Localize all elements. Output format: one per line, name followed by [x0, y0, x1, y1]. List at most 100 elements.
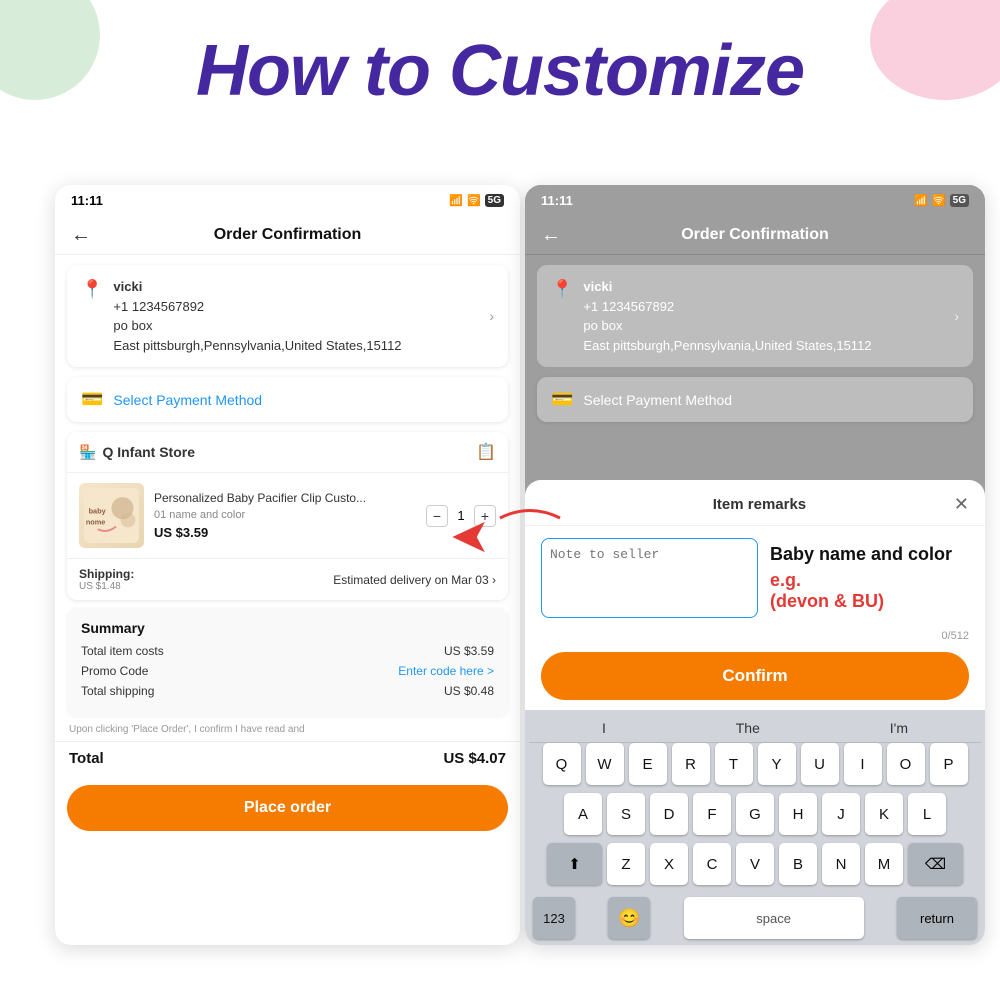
address-name: vicki — [113, 277, 489, 297]
product-info: Personalized Baby Pacifier Clip Custo...… — [154, 491, 416, 540]
key-p[interactable]: P — [930, 743, 968, 785]
key-z[interactable]: Z — [607, 843, 645, 885]
suggestion-the[interactable]: The — [736, 720, 760, 736]
right-page-header: ← Order Confirmation — [525, 216, 985, 255]
key-j[interactable]: J — [822, 793, 860, 835]
keyboard-row-2: A S D F G H J K L — [529, 793, 981, 835]
promo-label: Promo Code — [81, 664, 148, 678]
key-l[interactable]: L — [908, 793, 946, 835]
char-count: 0/512 — [525, 630, 985, 642]
note-instructions: Baby name and color e.g. (devon & BU) — [770, 538, 969, 618]
key-r[interactable]: R — [672, 743, 710, 785]
left-payment-row[interactable]: 💳 Select Payment Method — [67, 377, 508, 422]
modal-header: Item remarks ✕ — [525, 480, 985, 526]
summary-title: Summary — [81, 620, 494, 636]
right-location-icon: 📍 — [551, 279, 573, 300]
key-return[interactable]: return — [897, 897, 977, 939]
key-t[interactable]: T — [715, 743, 753, 785]
key-g[interactable]: G — [736, 793, 774, 835]
key-q[interactable]: Q — [543, 743, 581, 785]
key-b[interactable]: B — [779, 843, 817, 885]
note-to-seller-input[interactable] — [541, 538, 758, 618]
suggestion-i[interactable]: I — [602, 720, 606, 736]
key-shift[interactable]: ⬆ — [547, 843, 602, 885]
left-back-button[interactable]: ← — [71, 224, 91, 247]
summary-promo-row[interactable]: Promo Code Enter code here > — [81, 664, 494, 678]
left-status-bar: 11:11 📶 🛜 5G — [55, 185, 520, 216]
promo-value[interactable]: Enter code here > — [398, 664, 494, 678]
key-n[interactable]: N — [822, 843, 860, 885]
key-d[interactable]: D — [650, 793, 688, 835]
key-u[interactable]: U — [801, 743, 839, 785]
product-svg: baby nome — [84, 488, 139, 543]
right-address-text: vicki +1 1234567892 po box East pittsbur… — [583, 277, 954, 355]
arrow-decoration — [490, 498, 570, 543]
key-space[interactable]: space — [684, 897, 864, 939]
left-address-card[interactable]: 📍 vicki +1 1234567892 po box East pittsb… — [67, 265, 508, 367]
address-chevron-icon: › — [489, 308, 494, 324]
modal-close-button[interactable]: ✕ — [954, 494, 969, 515]
key-o[interactable]: O — [887, 743, 925, 785]
key-numbers[interactable]: 123 — [533, 897, 575, 939]
right-status-icons: 📶 🛜 5G — [914, 194, 969, 207]
key-i[interactable]: I — [844, 743, 882, 785]
keyboard-row-1: Q W E R T Y U I O P — [529, 743, 981, 785]
product-price: US $3.59 — [154, 525, 416, 540]
right-address-card[interactable]: 📍 vicki +1 1234567892 po box East pittsb… — [537, 265, 973, 367]
key-s[interactable]: S — [607, 793, 645, 835]
right-phone-overlay: 11:11 📶 🛜 5G ← Order Confirmation 📍 vick… — [525, 185, 985, 495]
store-icon: 🏪 — [79, 444, 96, 461]
product-variant: 01 name and color — [154, 509, 416, 521]
left-status-icons: 📶 🛜 5G — [449, 194, 504, 207]
store-name[interactable]: 🏪 Q Infant Store — [79, 444, 195, 461]
keyboard: I The I'm Q W E R T Y U I O P A S D F — [525, 710, 985, 945]
right-payment-icon: 💳 — [551, 389, 573, 410]
address-line1: po box — [113, 316, 489, 336]
right-signal-icon: 📶 — [914, 194, 928, 207]
address-phone: +1 1234567892 — [113, 297, 489, 317]
right-back-button[interactable]: ← — [541, 224, 561, 247]
total-item-label: Total item costs — [81, 644, 164, 658]
right-address-phone: +1 1234567892 — [583, 297, 954, 317]
right-battery-icon: 5G — [950, 194, 969, 207]
key-a[interactable]: A — [564, 793, 602, 835]
shipping-cost: US $1.48 — [79, 581, 134, 592]
key-m[interactable]: M — [865, 843, 903, 885]
key-x[interactable]: X — [650, 843, 688, 885]
key-c[interactable]: C — [693, 843, 731, 885]
confirm-button[interactable]: Confirm — [541, 652, 969, 700]
summary-shipping-row: Total shipping US $0.48 — [81, 684, 494, 698]
shipping-row: Shipping: US $1.48 Estimated delivery on… — [67, 558, 508, 600]
instruction-sub: e.g. (devon & BU) — [770, 570, 969, 612]
disclaimer-text: Upon clicking 'Place Order', I confirm I… — [55, 724, 520, 735]
key-h[interactable]: H — [779, 793, 817, 835]
left-time: 11:11 — [71, 193, 103, 208]
right-status-bar: 11:11 📶 🛜 5G — [525, 185, 985, 216]
right-address-line2: East pittsburgh,Pennsylvania,United Stat… — [583, 336, 954, 356]
product-row: baby nome Personalized Baby Pacifier Cli… — [67, 473, 508, 558]
key-f[interactable]: F — [693, 793, 731, 835]
qty-decrease-button[interactable]: − — [426, 505, 448, 527]
modal-title: Item remarks — [565, 496, 954, 513]
right-time: 11:11 — [541, 193, 573, 208]
suggestion-im[interactable]: I'm — [890, 720, 908, 736]
keyboard-suggestions: I The I'm — [529, 716, 981, 743]
store-header: 🏪 Q Infant Store 📋 — [67, 432, 508, 473]
shipping-label: Shipping: — [79, 567, 134, 581]
left-page-title: Order Confirmation — [214, 226, 362, 244]
key-k[interactable]: K — [865, 793, 903, 835]
key-v[interactable]: V — [736, 843, 774, 885]
key-delete[interactable]: ⌫ — [908, 843, 963, 885]
key-y[interactable]: Y — [758, 743, 796, 785]
svg-text:nome: nome — [86, 518, 106, 527]
right-phone: 11:11 📶 🛜 5G ← Order Confirmation 📍 vick… — [525, 185, 985, 945]
key-w[interactable]: W — [586, 743, 624, 785]
place-order-button[interactable]: Place order — [67, 785, 508, 831]
note-edit-icon[interactable]: 📋 — [476, 442, 496, 462]
key-e[interactable]: E — [629, 743, 667, 785]
key-emoji[interactable]: 😊 — [608, 897, 650, 939]
right-payment-row[interactable]: 💳 Select Payment Method — [537, 377, 973, 422]
payment-icon: 💳 — [81, 389, 103, 410]
right-wifi-icon: 🛜 — [932, 194, 946, 207]
shipping-date[interactable]: Estimated delivery on Mar 03 › — [333, 573, 496, 587]
